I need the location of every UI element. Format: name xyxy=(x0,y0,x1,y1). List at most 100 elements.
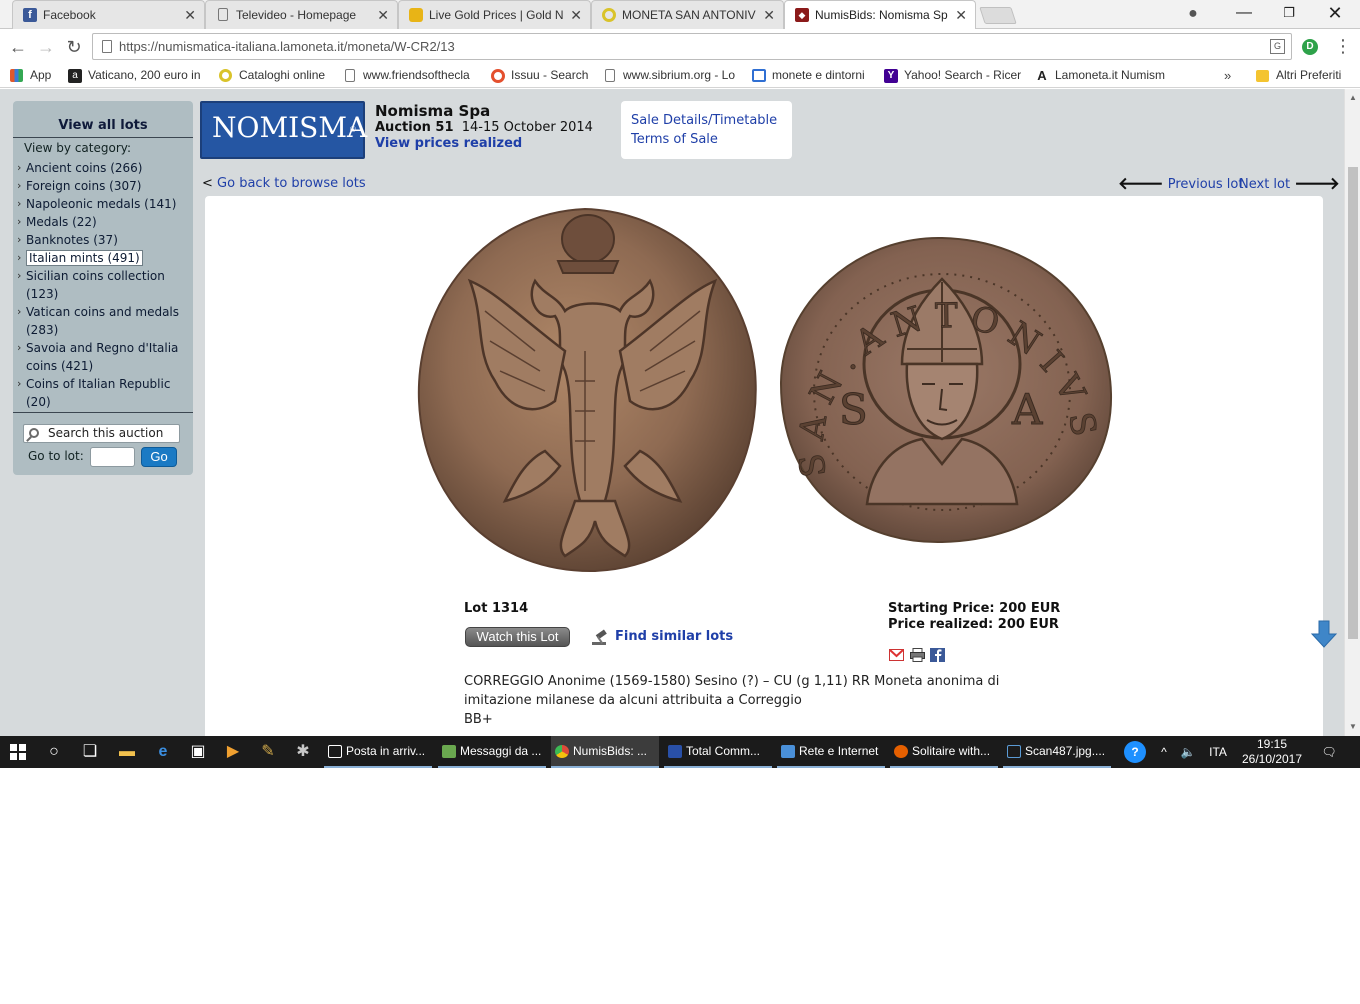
profile-icon[interactable]: ● xyxy=(1183,4,1203,24)
back-to-lots-link[interactable]: < Go back to browse lots xyxy=(202,176,366,191)
bookmark-monete-e-dintorni[interactable]: monete e dintorni xyxy=(752,65,865,87)
go-button[interactable]: Go xyxy=(141,447,177,467)
coin-obverse-image[interactable] xyxy=(415,201,761,577)
category-item[interactable]: Sicilian coins collection (123) xyxy=(17,267,189,303)
edge-browser-icon[interactable]: e xyxy=(145,736,181,768)
cortana-search-icon[interactable]: ○ xyxy=(36,736,72,768)
taskbar-app-solitaire[interactable]: Solitaire with... xyxy=(890,736,998,768)
category-item[interactable]: Ancient coins (266) xyxy=(17,159,189,177)
restore-icon[interactable]: ❐ xyxy=(1266,0,1312,28)
tab-televideo[interactable]: Televideo - Homepage ✕ xyxy=(205,0,398,29)
category-label: Vatican coins and medals (283) xyxy=(26,305,180,337)
volume-icon[interactable]: 🔈 xyxy=(1177,736,1199,768)
palette-icon[interactable]: ✱ xyxy=(285,736,321,768)
nomisma-logo[interactable]: NOMISMA ® xyxy=(200,101,367,159)
back-arrow-icon[interactable]: ← xyxy=(6,35,30,59)
taskbar-app-image-viewer[interactable]: Scan487.jpg.... xyxy=(1003,736,1111,768)
next-lot-link[interactable]: Next lot 🡒 xyxy=(1239,174,1340,194)
tab-title: Live Gold Prices | Gold N xyxy=(429,8,564,22)
bookmark-sibrium[interactable]: www.sibrium.org - Lo xyxy=(603,65,739,87)
by-category-label: View by category: xyxy=(24,141,132,155)
reload-icon[interactable]: ↻ xyxy=(62,35,86,59)
url-text[interactable]: https://numismatica-italiana.lamoneta.it… xyxy=(119,34,455,59)
paint-icon[interactable]: ✎ xyxy=(250,736,286,768)
page-info-icon[interactable] xyxy=(102,40,112,53)
bookmark-cataloghi[interactable]: Cataloghi online xyxy=(219,65,325,87)
bookmark-lamoneta[interactable]: A Lamoneta.it Numism xyxy=(1035,65,1173,87)
address-bar[interactable]: https://numismatica-italiana.lamoneta.it… xyxy=(92,33,1292,60)
scroll-down-icon[interactable]: ▼ xyxy=(1345,720,1360,734)
category-item[interactable]: Coins of Italian Republic (20) xyxy=(17,375,189,411)
chrome-icon xyxy=(555,745,569,758)
facebook-share-icon[interactable] xyxy=(930,648,945,662)
category-item[interactable]: Foreign coins (307) xyxy=(17,177,189,195)
file-explorer-icon[interactable]: ▬ xyxy=(109,736,145,768)
bookmark-yahoo[interactable]: Y Yahoo! Search - Ricer xyxy=(884,65,1022,87)
scroll-up-icon[interactable]: ▲ xyxy=(1345,91,1360,105)
view-prices-link[interactable]: View prices realized xyxy=(375,136,522,151)
category-item[interactable]: Vatican coins and medals (283) xyxy=(17,303,189,339)
browser-tabstrip: f Facebook ✕ Televideo - Homepage ✕ Live… xyxy=(0,0,1360,30)
print-icon[interactable] xyxy=(910,648,925,662)
sale-info-box: Sale Details/Timetable Terms of Sale xyxy=(621,101,792,159)
extension-icon[interactable]: D xyxy=(1302,39,1318,55)
close-icon[interactable]: ✕ xyxy=(570,1,582,29)
bookmark-vaticano[interactable]: a Vaticano, 200 euro in xyxy=(68,65,204,87)
tab-gold-prices[interactable]: Live Gold Prices | Gold N ✕ xyxy=(398,0,591,29)
tab-title: NumisBids: Nomisma Sp xyxy=(815,8,948,22)
store-icon[interactable]: ▣ xyxy=(180,736,216,768)
goto-lot-input[interactable] xyxy=(90,447,135,467)
find-similar-lots-link[interactable]: Find similar lots xyxy=(590,629,733,645)
page-scrollbar[interactable]: ▲ ▼ xyxy=(1344,89,1360,736)
close-window-icon[interactable]: ✕ xyxy=(1312,0,1358,28)
gold-icon xyxy=(409,8,423,22)
tab-numisbids[interactable]: ◆ NumisBids: Nomisma Sp ✕ xyxy=(784,0,976,30)
scroll-down-arrow-icon[interactable] xyxy=(1310,619,1338,649)
bookmark-folder-altri[interactable]: Altri Preferiti xyxy=(1256,65,1341,87)
terms-of-sale-link[interactable]: Terms of Sale xyxy=(631,130,792,149)
bookmark-issuu[interactable]: Issuu - Search xyxy=(491,65,588,87)
category-item[interactable]: Medals (22) xyxy=(17,213,189,231)
tray-overflow-icon[interactable]: ^ xyxy=(1154,736,1174,768)
close-icon[interactable]: ✕ xyxy=(377,1,389,29)
notifications-icon[interactable]: 🗨 xyxy=(1316,736,1342,768)
close-icon[interactable]: ✕ xyxy=(184,1,196,29)
taskbar-app-messages[interactable]: Messaggi da ... xyxy=(438,736,546,768)
taskbar-app-network[interactable]: Rete e Internet xyxy=(777,736,885,768)
bookmark-app[interactable]: App xyxy=(10,65,51,87)
forward-arrow-icon[interactable]: → xyxy=(34,35,58,59)
tab-moneta[interactable]: MONETA SAN ANTONIV ✕ xyxy=(591,0,784,29)
language-indicator[interactable]: ITA xyxy=(1204,736,1232,768)
previous-lot-link[interactable]: 🡐 Previous lot xyxy=(1118,174,1243,194)
email-icon[interactable] xyxy=(889,648,904,662)
taskbar-app-total-commander[interactable]: Total Comm... xyxy=(664,736,772,768)
search-auction-input[interactable]: Search this auction xyxy=(23,424,180,443)
watch-lot-button[interactable]: Watch this Lot xyxy=(465,627,570,647)
category-item[interactable]: Napoleonic medals (141) xyxy=(17,195,189,213)
category-item[interactable]: Banknotes (37) xyxy=(17,231,189,249)
close-icon[interactable]: ✕ xyxy=(955,1,967,29)
windows-start-icon[interactable] xyxy=(0,736,36,768)
category-label: Banknotes (37) xyxy=(26,233,118,247)
taskbar-app-mail[interactable]: Posta in arriv... xyxy=(324,736,432,768)
menu-dots-icon[interactable]: ⋮ xyxy=(1334,35,1352,59)
bookmarks-overflow-button[interactable]: » xyxy=(1224,65,1231,86)
taskbar-app-label: Posta in arriv... xyxy=(346,744,426,758)
scrollbar-thumb[interactable] xyxy=(1348,167,1358,639)
help-icon[interactable]: ? xyxy=(1122,736,1148,768)
category-item-selected[interactable]: Italian mints (491) xyxy=(17,249,189,267)
media-player-icon[interactable]: ▶ xyxy=(215,736,251,768)
system-clock[interactable]: 19:15 26/10/2017 xyxy=(1238,737,1306,767)
taskbar-app-chrome[interactable]: NumisBids: ... xyxy=(551,736,659,768)
sale-details-link[interactable]: Sale Details/Timetable xyxy=(631,111,792,130)
coin-reverse-image[interactable]: S A S A N . A N T O N I V S xyxy=(777,234,1113,546)
close-icon[interactable]: ✕ xyxy=(763,1,775,29)
category-item[interactable]: Savoia and Regno d'Italia coins (421) xyxy=(17,339,189,375)
translate-icon[interactable]: G xyxy=(1270,39,1285,54)
minimize-icon[interactable]: — xyxy=(1221,0,1267,28)
task-view-icon[interactable]: ❏ xyxy=(72,736,108,768)
new-tab-button[interactable] xyxy=(979,7,1017,24)
bookmark-friendsoftheclassics[interactable]: www.friendsofthecla xyxy=(343,65,479,87)
tab-facebook[interactable]: f Facebook ✕ xyxy=(12,0,205,29)
view-all-lots-link[interactable]: View all lots xyxy=(13,118,193,138)
